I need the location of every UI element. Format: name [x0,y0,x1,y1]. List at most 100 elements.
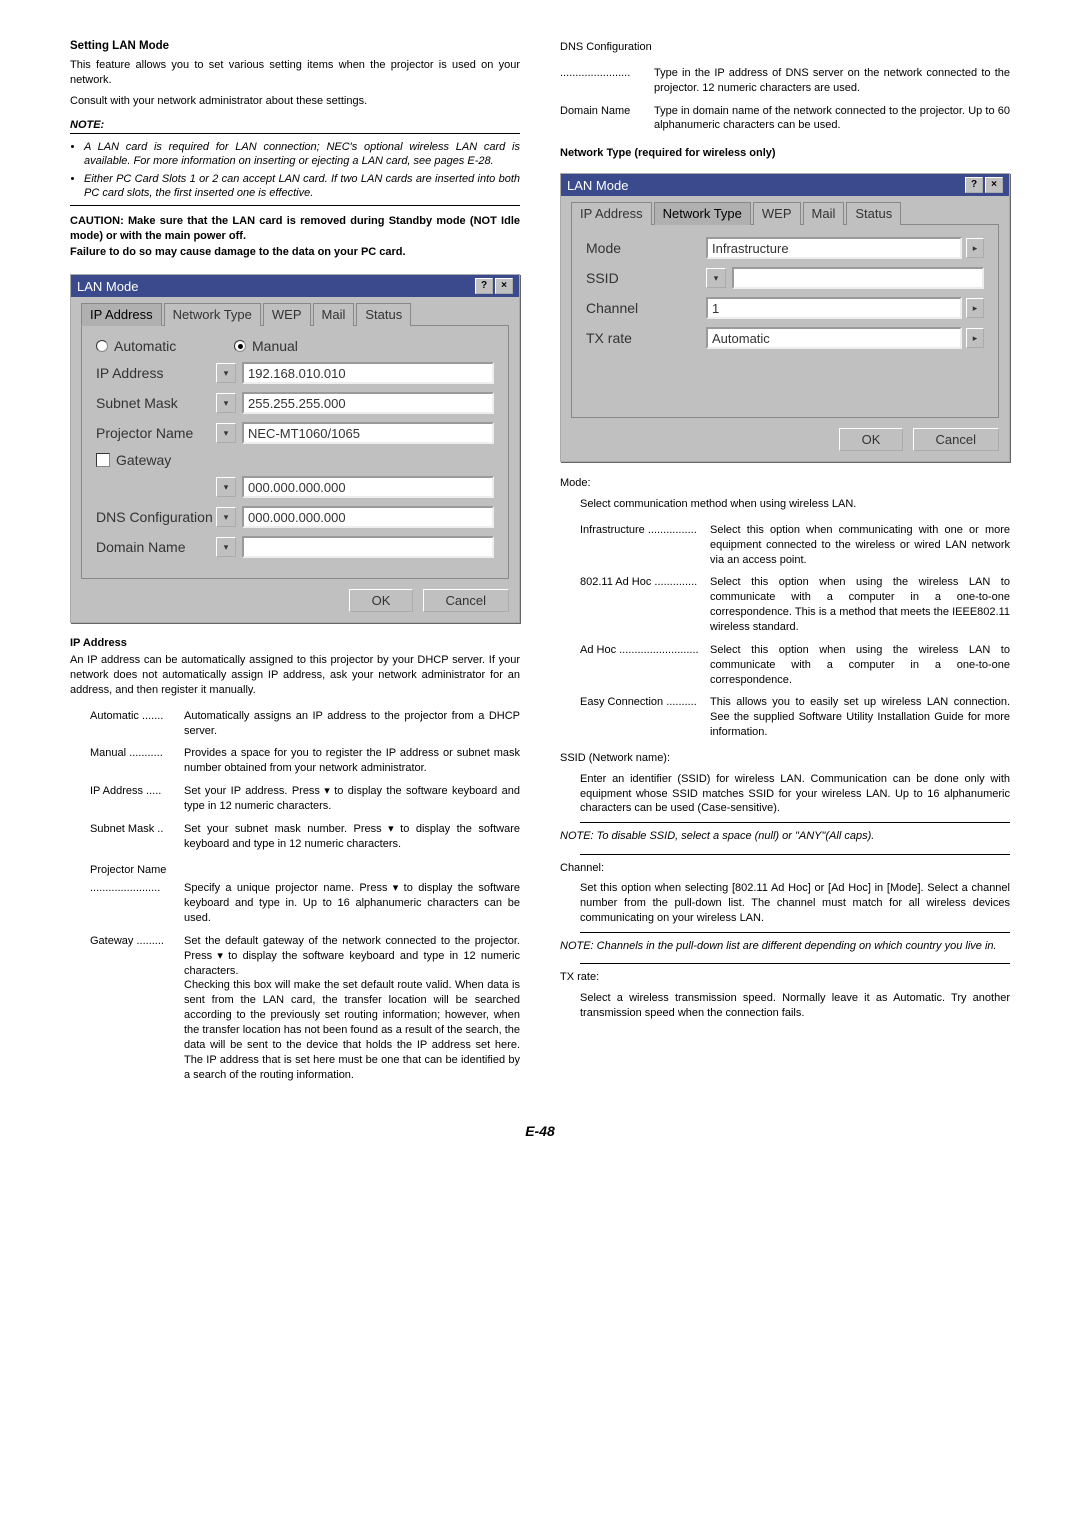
note-item: A LAN card is required for LAN connectio… [84,140,520,169]
divider [580,963,1010,964]
subnet-mask-input[interactable]: 255.255.255.000 [242,392,494,414]
note-item: Either PC Card Slots 1 or 2 can accept L… [84,172,520,201]
note-label: NOTE: [70,119,520,131]
tab-ip-address[interactable]: IP Address [571,202,652,225]
gateway-checkbox[interactable] [96,453,110,467]
tab-wep[interactable]: WEP [263,303,311,326]
dropdown-icon[interactable]: ▸ [966,328,984,348]
keyboard-icon[interactable]: ▾ [216,477,236,497]
dns-label: DNS Configuration [96,509,216,525]
def-desc: Select this option when communicating wi… [710,523,1010,568]
help-icon[interactable]: ? [475,278,493,294]
page-columns: Setting LAN Mode This feature allows you… [70,40,1010,1093]
intro-1: This feature allows you to set various s… [70,58,520,88]
tab-network-type[interactable]: Network Type [164,303,261,326]
def-desc: This allows you to easily set up wireles… [710,695,1010,740]
def-desc: Select this option when using the wirele… [710,643,1010,688]
lan-mode-dialog-network: LAN Mode ? × IP Address Network Type WEP… [560,173,1010,462]
ip-address-input[interactable]: 192.168.010.010 [242,362,494,384]
button-row: OK Cancel [571,428,999,451]
button-row: OK Cancel [81,589,509,612]
domain-input[interactable] [242,536,494,558]
dialog-body: IP Address Network Type WEP Mail Status … [71,297,519,622]
def-term: Easy Connection .......... [580,695,697,710]
ok-button[interactable]: OK [839,428,904,451]
ok-button[interactable]: OK [349,589,414,612]
domain-label: Domain Name [96,539,216,555]
mode-select[interactable]: Infrastructure [706,237,962,259]
ssid-heading: SSID (Network name): [560,751,1010,766]
tab-strip: IP Address Network Type WEP Mail Status [81,303,509,326]
def-term: Manual ........... [90,746,163,761]
ssid-note: NOTE: To disable SSID, select a space (n… [560,829,1010,843]
tab-panel: Mode Infrastructure ▸ SSID ▾ Channel 1 ▸ [571,224,999,418]
keyboard-icon[interactable]: ▾ [216,393,236,413]
dns-input[interactable]: 000.000.000.000 [242,506,494,528]
keyboard-icon[interactable]: ▾ [216,507,236,527]
ip-definitions: Automatic ....... Automatically assigns … [90,709,520,852]
txrate-heading: TX rate: [560,970,1010,985]
lan-mode-dialog-ip: LAN Mode ? × IP Address Network Type WEP… [70,274,520,623]
dropdown-icon[interactable]: ▸ [966,298,984,318]
keyboard-icon[interactable]: ▾ [706,268,726,288]
page-number: E-48 [70,1123,1010,1139]
ssid-input[interactable] [732,267,984,289]
txrate-label: TX rate [586,330,706,346]
mode-definitions: Infrastructure ................ Select t… [580,523,1010,740]
gateway-input[interactable]: 000.000.000.000 [242,476,494,498]
field-label: IP Address [96,365,216,381]
dialog-titlebar: LAN Mode ? × [71,275,519,297]
help-icon[interactable]: ? [965,177,983,193]
close-icon[interactable]: × [495,278,513,294]
ip-address-para: An IP address can be automatically assig… [70,653,520,698]
def-desc: Provides a space for you to register the… [184,746,520,776]
dots: ....................... [560,66,630,81]
keyboard-icon[interactable]: ▾ [216,423,236,443]
ssid-para: Enter an identifier (SSID) for wireless … [580,772,1010,817]
keyboard-icon[interactable]: ▾ [216,363,236,383]
mode-intro: Select communication method when using w… [580,497,1010,512]
divider [580,854,1010,855]
ssid-label: SSID [586,270,706,286]
gateway-desc: Set the default gateway of the network c… [184,934,520,1082]
tab-network-type[interactable]: Network Type [654,202,751,225]
tab-strip: IP Address Network Type WEP Mail Status [571,202,999,225]
divider [70,205,520,206]
tab-ip-address[interactable]: IP Address [81,303,162,326]
tab-mail[interactable]: Mail [803,202,845,225]
projector-name-input[interactable]: NEC-MT1060/1065 [242,422,494,444]
dots: ....................... [90,881,160,896]
keyboard-icon[interactable]: ▾ [216,537,236,557]
def-term: Infrastructure ................ [580,523,697,538]
mode-label: Mode [586,240,706,256]
dropdown-icon[interactable]: ▸ [966,238,984,258]
def-term: Subnet Mask .. [90,822,163,837]
def-term: Ad Hoc .......................... [580,643,699,658]
cancel-button[interactable]: Cancel [913,428,999,451]
right-column: DNS Configuration ......................… [560,40,1010,1093]
channel-heading: Channel: [560,861,1010,876]
radio-automatic[interactable] [96,340,108,352]
tab-mail[interactable]: Mail [313,303,355,326]
intro-2: Consult with your network administrator … [70,94,520,109]
def-desc: Set your IP address. Press ▾ to display … [184,784,520,814]
left-column: Setting LAN Mode This feature allows you… [70,40,520,1093]
domain-term: Domain Name [560,104,630,119]
tab-wep[interactable]: WEP [753,202,801,225]
radio-automatic-label: Automatic [114,338,234,354]
txrate-para: Select a wireless transmission speed. No… [580,991,1010,1021]
gateway-label: Gateway [116,452,220,468]
channel-select[interactable]: 1 [706,297,962,319]
tab-status[interactable]: Status [356,303,411,326]
channel-note: NOTE: Channels in the pull-down list are… [560,939,1010,953]
tab-status[interactable]: Status [846,202,901,225]
dialog-title: LAN Mode [77,279,138,294]
radio-manual[interactable] [234,340,246,352]
section-title: Setting LAN Mode [70,40,520,52]
def-term: 802.11 Ad Hoc .............. [580,575,697,590]
cancel-button[interactable]: Cancel [423,589,509,612]
txrate-select[interactable]: Automatic [706,327,962,349]
channel-para: Set this option when selecting [802.11 A… [580,881,1010,926]
close-icon[interactable]: × [985,177,1003,193]
radio-manual-label: Manual [252,338,298,354]
